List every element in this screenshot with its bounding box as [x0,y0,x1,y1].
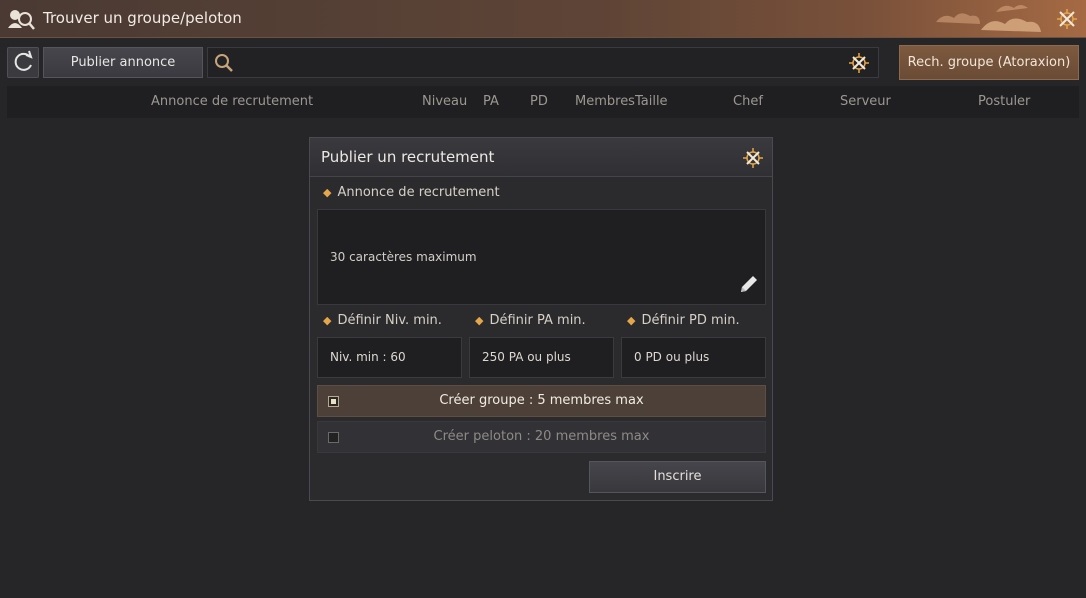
create-group-option[interactable]: Créer groupe : 5 membres max [317,385,766,417]
create-platoon-option[interactable]: Créer peloton : 20 membres max [317,421,766,453]
column-apply[interactable]: Postuler [978,94,1030,109]
create-group-label: Créer groupe : 5 membres max [439,393,644,408]
column-leader[interactable]: Chef [733,94,763,109]
announce-textarea[interactable]: 30 caractères maximum [317,209,766,305]
announce-placeholder: 30 caractères maximum [330,250,477,264]
min-level-field[interactable]: Niv. min : 60 [317,337,462,378]
min-dp-label: ◆ Définir PD min. [627,313,740,328]
column-level[interactable]: Niveau [422,94,467,109]
publish-recruitment-dialog: Publier un recrutement ◆ Annonce de recru… [309,137,773,501]
window-title: Trouver un groupe/peloton [43,9,242,27]
min-ap-field[interactable]: 250 PA ou plus [469,337,614,378]
refresh-icon [14,50,33,71]
dialog-title: Publier un recrutement [321,148,495,166]
diamond-icon: ◆ [323,314,332,327]
title-bar: Trouver un groupe/peloton [0,0,1086,38]
diamond-icon: ◆ [475,314,484,327]
diamond-icon: ◆ [627,314,636,327]
diamond-icon: ◆ [323,186,332,199]
dialog-header: Publier un recrutement [310,138,772,177]
refresh-button[interactable] [7,47,39,78]
min-ap-label: ◆ Définir PA min. [475,313,586,328]
cloud-decoration-icon [936,5,1041,32]
group-search-icon [8,10,35,30]
column-members-size[interactable]: MembresTaille [575,94,668,109]
min-level-label: ◆ Définir Niv. min. [323,313,442,328]
search-icon [215,54,233,72]
close-icon[interactable] [742,147,764,169]
search-bar [207,47,879,78]
register-button[interactable]: Inscrire [589,461,766,493]
column-server[interactable]: Serveur [840,94,891,109]
publish-announce-button[interactable]: Publier annonce [43,47,203,78]
pencil-icon[interactable] [738,273,760,295]
list-column-header: Annonce de recrutement Niveau PA PD Memb… [7,86,1079,118]
close-icon[interactable] [1056,8,1078,30]
search-group-button[interactable]: Rech. groupe (Atoraxion) [899,45,1079,80]
min-dp-field[interactable]: 0 PD ou plus [621,337,766,378]
column-dp[interactable]: PD [530,94,548,109]
search-input[interactable] [242,52,842,74]
clear-icon[interactable] [848,52,870,74]
column-announce[interactable]: Annonce de recrutement [151,94,313,109]
announce-label: ◆ Annonce de recrutement [323,185,500,200]
create-platoon-label: Créer peloton : 20 membres max [433,429,650,444]
column-ap[interactable]: PA [483,94,499,109]
